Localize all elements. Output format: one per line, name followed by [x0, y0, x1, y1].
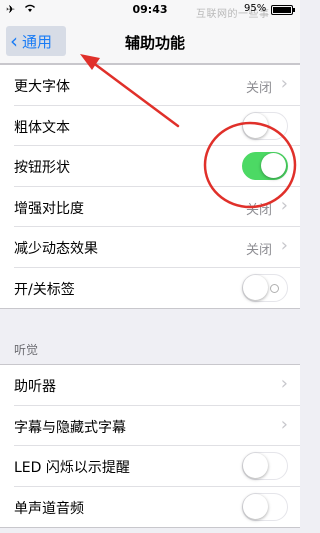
chevron-right-icon: › — [280, 194, 288, 216]
chevron-right-icon: › — [280, 73, 288, 94]
bold-text-row: 粗体文本 — [0, 106, 300, 146]
mono-audio-row: 单声道音频 — [0, 487, 300, 528]
increase-contrast-value: 关闭 — [245, 202, 272, 218]
hearing-aids-row[interactable]: 助听器 › — [0, 365, 300, 406]
bold-text-toggle[interactable] — [242, 111, 288, 140]
button-shapes-toggle[interactable] — [242, 152, 288, 180]
reduce-motion-value: 关闭 — [245, 243, 272, 258]
on-off-labels-label: 开/关标签 — [14, 281, 75, 298]
subtitles-captioning-row[interactable]: 字幕与隐藏式字幕 › — [0, 406, 300, 446]
led-flash-label: LED 闪烁以示提醒 — [14, 460, 130, 476]
settings-group-hearing: 助听器 › 字幕与隐藏式字幕 › LED 闪烁以示提醒 单声道音频 — [0, 364, 300, 528]
mono-audio-label: 单声道音频 — [14, 500, 84, 517]
mono-audio-toggle[interactable] — [242, 492, 288, 521]
status-bar: ✈ 09:43 互联网的一些事 95% — [0, 0, 300, 20]
battery-icon — [271, 5, 295, 15]
button-shapes-row: 按钮形状 — [0, 146, 300, 187]
increase-contrast-label: 增强对比度 — [14, 200, 84, 217]
led-flash-row: LED 闪烁以示提醒 — [0, 446, 300, 487]
increase-contrast-row[interactable]: 增强对比度 关闭 › — [0, 187, 300, 227]
settings-group-vision: 更大字体 关闭 › 粗体文本 按钮形状 增强对比度 关闭 › 减少动态效果 关闭… — [0, 64, 300, 309]
chevron-right-icon: › — [280, 373, 288, 394]
larger-text-value: 关闭 — [245, 81, 272, 96]
led-flash-toggle[interactable] — [242, 452, 288, 480]
chevron-right-icon: › — [280, 413, 288, 435]
chevron-right-icon: › — [280, 235, 288, 256]
on-off-labels-row: 开/关标签 — [0, 268, 300, 309]
navigation-bar: ‹ 通用 辅助功能 — [0, 20, 300, 64]
larger-text-label: 更大字体 — [14, 79, 70, 95]
subtitles-captioning-label: 字幕与隐藏式字幕 — [14, 419, 126, 436]
button-shapes-label: 按钮形状 — [14, 160, 70, 176]
on-off-labels-toggle[interactable] — [242, 273, 288, 302]
section-header-hearing: 听觉 — [14, 343, 39, 357]
page-title: 辅助功能 — [124, 34, 185, 52]
reduce-motion-label: 减少动态效果 — [14, 241, 98, 257]
hearing-aids-label: 助听器 — [14, 379, 56, 395]
bold-text-label: 粗体文本 — [14, 119, 70, 136]
larger-text-row[interactable]: 更大字体 关闭 › — [0, 65, 300, 106]
battery-percent: 95% — [244, 3, 267, 14]
reduce-motion-row[interactable]: 减少动态效果 关闭 › — [0, 227, 300, 268]
